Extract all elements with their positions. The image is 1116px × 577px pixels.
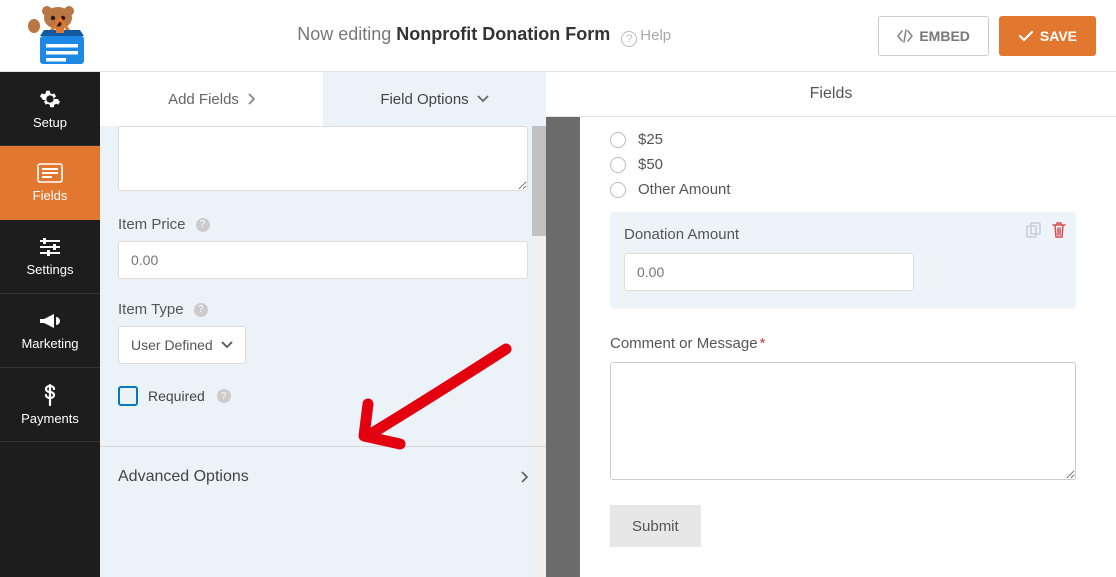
item-type-label: Item Type ? — [118, 301, 528, 318]
embed-button[interactable]: EMBED — [878, 16, 989, 56]
comment-label: Comment or Message* — [610, 335, 1076, 352]
required-checkbox[interactable] — [118, 386, 138, 406]
chevron-down-icon — [477, 95, 489, 103]
radio-icon — [610, 132, 626, 148]
radio-icon — [610, 157, 626, 173]
nav-settings[interactable]: Settings — [0, 220, 100, 294]
dollar-icon — [42, 384, 58, 406]
save-button[interactable]: SAVE — [999, 16, 1096, 56]
item-price-label: Item Price ? — [118, 216, 528, 233]
code-icon — [897, 29, 913, 43]
comment-textarea[interactable] — [610, 362, 1076, 480]
submit-button[interactable]: Submit — [610, 505, 701, 547]
help-link[interactable]: ?Help — [621, 27, 671, 44]
radio-icon — [610, 182, 626, 198]
nav-payments[interactable]: Payments — [0, 368, 100, 442]
sliders-icon — [38, 237, 62, 257]
required-label: Required — [148, 388, 205, 404]
radio-option-other[interactable]: Other Amount — [610, 181, 1076, 198]
chevron-down-icon — [221, 341, 233, 349]
help-tooltip-icon[interactable]: ? — [194, 303, 208, 317]
help-tooltip-icon[interactable]: ? — [217, 389, 231, 403]
advanced-options-toggle[interactable]: Advanced Options — [118, 447, 528, 507]
list-icon — [37, 163, 63, 183]
tab-add-fields[interactable]: Add Fields — [100, 72, 323, 126]
wpforms-logo — [20, 6, 100, 66]
item-type-select[interactable]: User Defined — [118, 326, 246, 364]
description-textarea[interactable] — [118, 126, 528, 191]
sidebar-nav: Setup Fields Settings Marketing Payments — [0, 72, 100, 577]
nav-fields[interactable]: Fields — [0, 146, 100, 220]
duplicate-icon[interactable] — [1026, 222, 1042, 238]
tab-field-options[interactable]: Field Options — [323, 72, 546, 126]
donation-amount-input[interactable] — [624, 253, 914, 291]
donation-amount-label: Donation Amount — [624, 226, 1062, 243]
radio-option-25[interactable]: $25 — [610, 131, 1076, 148]
bullhorn-icon — [38, 311, 62, 331]
help-icon: ? — [621, 31, 637, 47]
help-tooltip-icon[interactable]: ? — [196, 218, 210, 232]
trash-icon[interactable] — [1052, 222, 1066, 238]
selected-field-donation-amount[interactable]: Donation Amount — [610, 212, 1076, 309]
required-star-icon: * — [760, 335, 766, 352]
page-title: Now editing Nonprofit Donation Form ?Hel… — [100, 24, 868, 47]
form-preview: $25 $50 Other Amount Donation Amount Com… — [580, 117, 1116, 577]
form-name: Nonprofit Donation Form — [396, 24, 610, 44]
panel-header: Fields — [546, 72, 1116, 117]
editing-prefix: Now editing — [297, 24, 396, 44]
chevron-right-icon — [247, 93, 255, 105]
nav-marketing[interactable]: Marketing — [0, 294, 100, 368]
field-options-panel: Add Fields Field Options Item Price ? — [100, 72, 546, 577]
check-icon — [1018, 29, 1034, 43]
chevron-right-icon — [520, 471, 528, 483]
gear-icon — [39, 88, 61, 110]
item-price-input[interactable] — [118, 241, 528, 279]
radio-option-50[interactable]: $50 — [610, 156, 1076, 173]
nav-setup[interactable]: Setup — [0, 72, 100, 146]
